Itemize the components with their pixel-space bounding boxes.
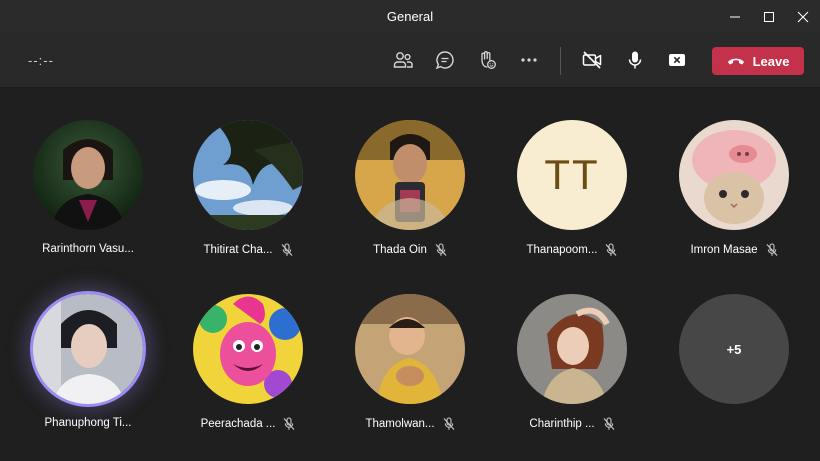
- participant-photo: [517, 294, 627, 404]
- participant-name-row: Thamolwan...: [330, 417, 490, 431]
- participant-name: Thitirat Cha...: [203, 244, 273, 256]
- mic-off-icon: [766, 243, 778, 257]
- hang-up-icon: [727, 58, 744, 65]
- participant-tile[interactable]: Thitirat Cha...: [168, 120, 328, 270]
- participant-name: Phanuphong Ti...: [44, 417, 132, 429]
- avatar: [33, 120, 143, 230]
- participant-name-row: Thitirat Cha...: [168, 243, 328, 257]
- minimize-button[interactable]: [718, 0, 752, 33]
- camera-toggle-button[interactable]: [580, 48, 604, 72]
- meeting-toolbar: --:-- Leave: [0, 33, 820, 88]
- participant-name: Peerachada ...: [200, 418, 276, 430]
- title-bar: General: [0, 0, 820, 33]
- participants-button[interactable]: [391, 48, 415, 72]
- mic-toggle-button[interactable]: [623, 48, 647, 72]
- minimize-icon: [730, 16, 740, 17]
- avatar: [679, 120, 789, 230]
- participant-name: Thada Oin: [373, 244, 427, 256]
- maximize-icon: [764, 11, 774, 22]
- participant-name-row: Rarinthorn Vasu...: [8, 243, 168, 255]
- participant-tile[interactable]: Thada Oin: [330, 120, 490, 270]
- participant-grid: Rarinthorn Vasu... Thitirat Cha... Thada…: [0, 88, 820, 461]
- participant-name-row: Thada Oin: [330, 243, 490, 257]
- participant-photo: [355, 120, 465, 230]
- mic-off-icon: [281, 243, 293, 257]
- participant-name: Charinthip ...: [529, 418, 595, 430]
- participant-tile[interactable]: Rarinthorn Vasu...: [8, 120, 168, 270]
- participant-photo: [193, 120, 303, 230]
- microphone-icon: [628, 51, 642, 69]
- participant-tile[interactable]: Charinthip ...: [492, 294, 652, 444]
- participant-tile[interactable]: Imron Masae: [654, 120, 814, 270]
- participant-name-row: Charinthip ...: [492, 417, 652, 431]
- more-options-button[interactable]: [517, 48, 541, 72]
- leave-button[interactable]: Leave: [712, 47, 804, 75]
- chat-button[interactable]: [433, 48, 457, 72]
- participant-photo: [355, 294, 465, 404]
- participant-tile[interactable]: TT Thanapoom...: [492, 120, 652, 270]
- avatar: [193, 120, 303, 230]
- participant-tile[interactable]: Phanuphong Ti...: [8, 291, 168, 444]
- close-button[interactable]: [786, 0, 820, 33]
- participant-name: Thanapoom...: [526, 244, 598, 256]
- mic-off-icon: [603, 417, 615, 431]
- call-timer: --:--: [28, 53, 54, 68]
- mic-off-icon: [283, 417, 295, 431]
- participant-name-row: Peerachada ...: [168, 417, 328, 431]
- toolbar-divider: [560, 47, 561, 75]
- avatar-initials: TT: [517, 120, 627, 230]
- avatar-speaking: [30, 291, 146, 407]
- stop-sharing-icon: [669, 54, 685, 66]
- reactions-button[interactable]: [475, 48, 499, 72]
- maximize-button[interactable]: [752, 0, 786, 33]
- window-title: General: [386, 9, 434, 24]
- chat-icon: [435, 51, 454, 70]
- mic-off-icon: [605, 243, 617, 257]
- participant-photo: [679, 120, 789, 230]
- more-icon: [521, 58, 537, 62]
- participant-tile[interactable]: Thamolwan...: [330, 294, 490, 444]
- avatar: [355, 120, 465, 230]
- participant-tile[interactable]: Peerachada ...: [168, 294, 328, 444]
- window-controls: [718, 0, 820, 33]
- participant-name: Rarinthorn Vasu...: [42, 243, 134, 255]
- participant-name-row: Imron Masae: [654, 243, 814, 257]
- avatar: [193, 294, 303, 404]
- avatar: [355, 294, 465, 404]
- participant-name: Imron Masae: [690, 244, 758, 256]
- participant-photo: [33, 120, 143, 230]
- close-icon: [797, 11, 809, 22]
- overflow-participants-tile[interactable]: +5: [654, 294, 814, 444]
- mic-off-icon: [443, 417, 455, 431]
- overflow-count: +5: [679, 294, 789, 404]
- avatar: [517, 294, 627, 404]
- leave-label: Leave: [752, 53, 790, 69]
- participant-photo: [193, 294, 303, 404]
- raise-hand-icon: [481, 51, 496, 69]
- participant-name-row: Thanapoom...: [492, 243, 652, 257]
- camera-off-icon: [582, 51, 602, 69]
- share-content-button[interactable]: [665, 48, 689, 72]
- participant-photo: [33, 294, 143, 404]
- participant-name: Thamolwan...: [365, 418, 435, 430]
- mic-off-icon: [435, 243, 447, 257]
- people-icon: [393, 52, 413, 68]
- participant-name-row: Phanuphong Ti...: [8, 417, 168, 429]
